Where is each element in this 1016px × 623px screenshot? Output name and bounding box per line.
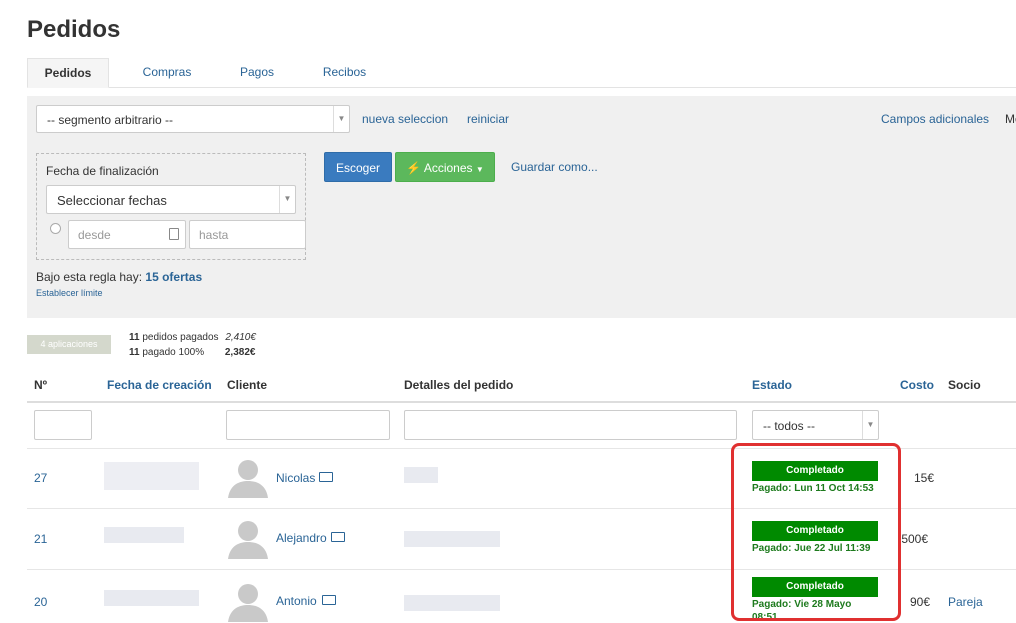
cost-value: 15€ xyxy=(914,471,935,485)
money-icon xyxy=(322,595,336,605)
tab-compras[interactable]: Compras xyxy=(122,58,212,88)
rule-count: Bajo esta regla hay: 15 ofertas xyxy=(36,270,202,284)
summary-paid-count: 11 xyxy=(129,332,140,343)
new-selection-link[interactable]: nueva seleccion xyxy=(362,112,448,126)
summary-paid-amount: 2,410€ xyxy=(225,332,256,343)
rule-count-value[interactable]: 15 ofertas xyxy=(145,270,202,284)
header-divider xyxy=(27,401,1016,403)
avatar xyxy=(228,460,268,498)
choose-button[interactable]: Escoger xyxy=(324,152,392,182)
details-filter-input[interactable] xyxy=(404,410,737,440)
caret-down-icon: ▼ xyxy=(475,165,484,174)
money-icon xyxy=(331,532,345,542)
tab-recibos[interactable]: Recibos xyxy=(302,58,387,88)
col-header-status[interactable]: Estado xyxy=(752,378,792,392)
col-header-created[interactable]: Fecha de creación xyxy=(107,378,212,392)
set-limit-link[interactable]: Establecer límite xyxy=(36,288,103,298)
applications-badge: 4 aplicaciones xyxy=(27,335,111,354)
tab-pagos[interactable]: Pagos xyxy=(217,58,297,88)
money-icon xyxy=(319,472,333,482)
created-date-redacted xyxy=(104,462,199,490)
date-to-placeholder: hasta xyxy=(199,228,229,242)
date-from-input[interactable]: desde xyxy=(68,220,186,249)
created-date-redacted xyxy=(104,527,184,543)
date-select-value: Seleccionar fechas xyxy=(57,193,167,208)
order-id-link[interactable]: 27 xyxy=(34,471,47,485)
date-select[interactable]: Seleccionar fechas ▼ xyxy=(46,185,296,214)
save-as-link[interactable]: Guardar como... xyxy=(511,160,598,174)
page-title: Pedidos xyxy=(27,16,121,43)
summary-line-paid: 11 pedidos pagados 2,410€ xyxy=(129,332,256,343)
summary-full-label: pagado 100% xyxy=(142,347,205,358)
actions-button[interactable]: ⚡ Acciones ▼ xyxy=(395,152,495,182)
rule-count-prefix: Bajo esta regla hay: xyxy=(36,270,143,284)
chevron-down-icon: ▼ xyxy=(279,186,295,213)
col-header-num: Nº xyxy=(34,378,48,392)
status-highlight-box xyxy=(731,443,901,621)
col-header-client: Cliente xyxy=(227,378,268,392)
date-to-input[interactable]: hasta xyxy=(189,220,306,249)
chevron-down-icon: ▼ xyxy=(862,411,878,439)
segment-select-value: -- segmento arbitrario -- xyxy=(47,113,174,127)
details-redacted xyxy=(404,531,500,547)
actions-button-label: Acciones xyxy=(423,161,473,175)
lightning-icon: ⚡ xyxy=(406,161,422,175)
summary-full-count: 11 xyxy=(129,347,140,358)
client-link[interactable]: Nicolas xyxy=(276,471,315,485)
client-link[interactable]: Alejandro xyxy=(276,531,327,545)
date-range-radio[interactable] xyxy=(50,223,61,234)
tab-bar: Pedidos Compras Pagos Recibos xyxy=(27,58,1016,88)
status-filter-value: -- todos -- xyxy=(763,419,816,433)
col-header-details: Detalles del pedido xyxy=(404,378,514,392)
summary-full-amount: 2,382€ xyxy=(224,347,256,358)
details-redacted xyxy=(404,467,438,483)
order-id-link[interactable]: 20 xyxy=(34,595,47,609)
cost-value: ,500€ xyxy=(898,532,929,546)
more-link[interactable]: Mo xyxy=(1005,112,1016,126)
reset-link[interactable]: reiniciar xyxy=(467,112,509,126)
status-filter-select[interactable]: -- todos -- ▼ xyxy=(752,410,879,440)
avatar xyxy=(228,584,268,622)
extra-fields-link[interactable]: Campos adicionales xyxy=(881,112,989,126)
partner-link[interactable]: Pareja xyxy=(948,595,983,609)
segment-select[interactable]: -- segmento arbitrario -- ▼ xyxy=(36,105,350,133)
tab-pedidos[interactable]: Pedidos xyxy=(27,58,109,88)
date-rule-label: Fecha de finalización xyxy=(46,164,159,178)
created-date-redacted xyxy=(104,590,199,606)
chevron-down-icon: ▼ xyxy=(333,106,349,132)
client-link[interactable]: Antonio xyxy=(276,594,317,608)
summary-paid-label: pedidos pagados xyxy=(142,332,219,343)
order-id-link[interactable]: 21 xyxy=(34,532,47,546)
details-redacted xyxy=(404,595,500,611)
avatar xyxy=(228,521,268,559)
cost-value: 90€ xyxy=(910,595,931,609)
client-filter-input[interactable] xyxy=(226,410,390,440)
calendar-icon[interactable] xyxy=(169,228,179,240)
col-header-cost[interactable]: Costo xyxy=(900,378,934,392)
date-from-placeholder: desde xyxy=(78,228,111,242)
num-filter-input[interactable] xyxy=(34,410,92,440)
summary-line-full: 11 pagado 100% 2,382€ xyxy=(129,347,255,358)
col-header-partner: Socio xyxy=(948,378,981,392)
